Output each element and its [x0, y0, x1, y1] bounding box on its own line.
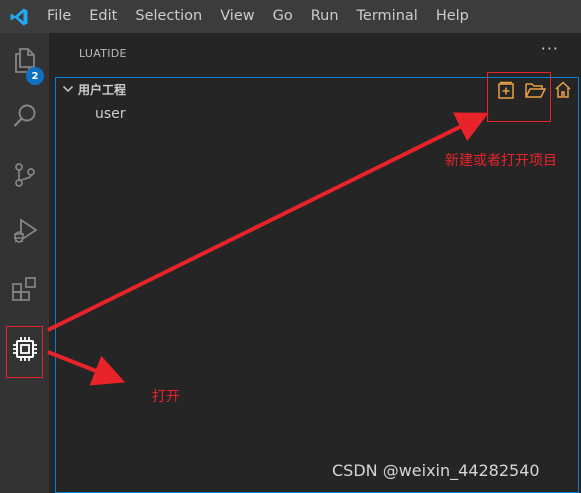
arrow-to-open-label	[47, 350, 126, 386]
annotation-arrows	[47, 112, 489, 386]
arrow-to-actions	[47, 112, 489, 332]
watermark: CSDN @weixin_44282540	[332, 461, 540, 480]
